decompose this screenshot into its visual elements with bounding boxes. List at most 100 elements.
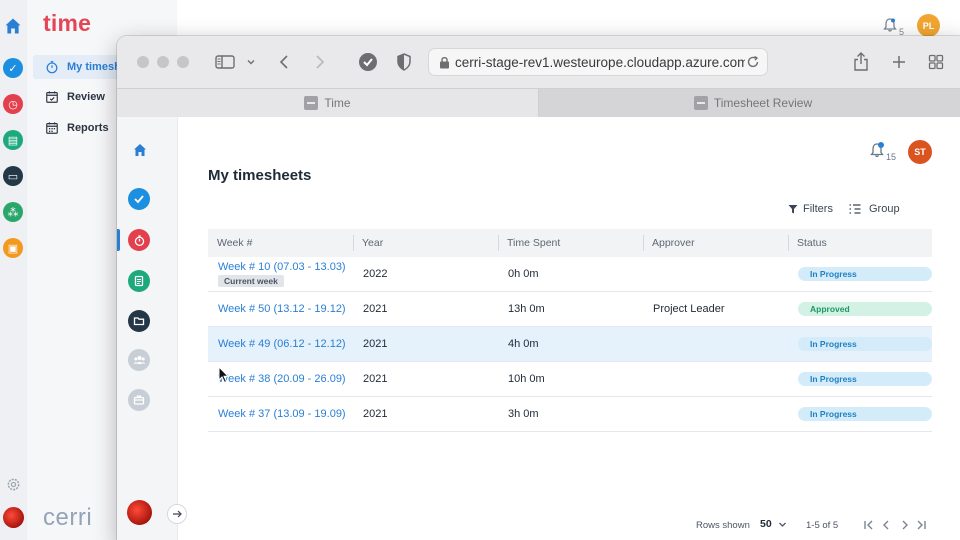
web-app: My timesheets 15 ST Filters Group Week #…: [117, 117, 960, 540]
browser-window: cerri-stage-rev1.westeurope.cloudapp.azu…: [117, 36, 960, 540]
background-icon-rail: ✓ ◷ ▤ ▭ ⁂ ▣: [0, 0, 27, 540]
back-icon[interactable]: [277, 51, 291, 73]
stopwatch-icon[interactable]: [128, 229, 150, 251]
folder-icon[interactable]: [128, 310, 150, 332]
status-cell: In Progress: [788, 267, 932, 281]
document-icon[interactable]: [128, 270, 150, 292]
table-row[interactable]: Week # 50 (13.12 - 19.12) 2021 13h 0m Pr…: [208, 292, 932, 327]
table-header: Week # Year Time Spent Approver Status: [208, 229, 932, 257]
user-avatar-st[interactable]: ST: [908, 140, 932, 164]
sidebar-item-review[interactable]: Review: [45, 85, 105, 109]
calendar-check-icon: [46, 91, 58, 103]
sidebar-item-label: Reports: [67, 122, 109, 134]
status-badge: Approved: [798, 302, 932, 316]
filter-icon: [788, 205, 798, 214]
document-icon[interactable]: ▤: [3, 130, 23, 150]
address-bar[interactable]: cerri-stage-rev1.westeurope.cloudapp.azu…: [428, 48, 768, 76]
share-icon[interactable]: [853, 51, 869, 73]
new-tab-icon[interactable]: [891, 51, 907, 73]
tab-timesheet-review[interactable]: Timesheet Review: [539, 89, 960, 117]
check-icon[interactable]: [128, 188, 150, 210]
team-icon[interactable]: [128, 349, 150, 371]
status-badge: In Progress: [798, 372, 932, 386]
briefcase-icon[interactable]: [128, 389, 150, 411]
user-avatar[interactable]: [3, 507, 24, 528]
column-header-approver[interactable]: Approver: [643, 229, 788, 257]
favicon-icon: [693, 96, 708, 110]
week-link[interactable]: Week # 49 (06.12 - 12.12): [218, 338, 353, 350]
gear-icon[interactable]: [6, 477, 21, 492]
reload-icon[interactable]: [745, 54, 761, 70]
tab-overview-icon[interactable]: [928, 51, 944, 73]
forward-icon[interactable]: [313, 51, 327, 73]
tab-time[interactable]: Time: [117, 89, 539, 117]
notification-count: 15: [886, 152, 897, 162]
browser-tab-bar: Time Timesheet Review: [117, 88, 960, 117]
calendar-grid-icon: [46, 122, 58, 134]
column-header-status[interactable]: Status: [788, 229, 932, 257]
briefcase-icon[interactable]: ▣: [3, 238, 23, 258]
user-avatar[interactable]: [127, 500, 152, 525]
zoom-window-button[interactable]: [177, 56, 189, 68]
team-icon[interactable]: ⁂: [3, 202, 23, 222]
tab-label: Time: [324, 96, 351, 110]
filters-label: Filters: [803, 203, 833, 215]
check-icon[interactable]: ✓: [3, 58, 23, 78]
sidebar-item-reports[interactable]: Reports: [45, 116, 109, 140]
approver-cell: Project Leader: [653, 303, 725, 315]
week-link[interactable]: Week # 38 (20.09 - 26.09): [218, 373, 353, 385]
stopwatch-icon[interactable]: ◷: [3, 94, 23, 114]
previous-page-icon[interactable]: [879, 518, 893, 532]
favicon-icon: [304, 96, 319, 110]
table-row[interactable]: Week # 38 (20.09 - 26.09) 2021 10h 0m In…: [208, 362, 932, 397]
column-header-week[interactable]: Week #: [208, 229, 353, 257]
user-avatar-pl[interactable]: PL: [917, 14, 940, 37]
stopwatch-icon: [46, 61, 58, 74]
bell-icon[interactable]: [882, 17, 898, 33]
notification-dot: [878, 142, 884, 148]
minimize-window-button[interactable]: [157, 56, 169, 68]
week-link[interactable]: Week # 50 (13.12 - 19.12): [218, 303, 353, 315]
week-cell: Week # 38 (20.09 - 26.09): [208, 373, 353, 385]
browser-toolbar: cerri-stage-rev1.westeurope.cloudapp.azu…: [117, 36, 960, 88]
week-link[interactable]: Week # 37 (13.09 - 19.09): [218, 408, 353, 420]
first-page-icon[interactable]: [862, 518, 876, 532]
chevron-down-icon[interactable]: [245, 51, 257, 73]
rows-shown-select[interactable]: 50: [760, 518, 787, 530]
week-cell: Week # 10 (07.03 - 13.03) Current week: [208, 261, 353, 287]
filters-button[interactable]: Filters: [788, 203, 833, 215]
arrow-right-icon: [173, 510, 182, 518]
time-spent-cell: 10h 0m: [508, 373, 545, 385]
home-icon[interactable]: [3, 16, 23, 36]
current-week-tag: Current week: [218, 275, 284, 287]
status-cell: In Progress: [788, 337, 932, 351]
folder-icon[interactable]: ▭: [3, 166, 23, 186]
time-spent-cell: 13h 0m: [508, 303, 545, 315]
sidebar-toggle-icon[interactable]: [215, 51, 235, 73]
column-header-time-spent[interactable]: Time Spent: [498, 229, 643, 257]
column-header-year[interactable]: Year: [353, 229, 498, 257]
tab-label: Timesheet Review: [713, 96, 813, 110]
table-row[interactable]: Week # 37 (13.09 - 19.09) 2021 3h 0m In …: [208, 397, 932, 432]
lock-icon: [440, 57, 449, 69]
week-cell: Week # 37 (13.09 - 19.09): [208, 408, 353, 420]
page-title: My timesheets: [208, 167, 312, 184]
expand-sidebar-button[interactable]: [167, 504, 187, 524]
time-spent-cell: 4h 0m: [508, 338, 539, 350]
pagination-bar: Rows shown 50 1-5 of 5: [179, 516, 960, 536]
week-link[interactable]: Week # 10 (07.03 - 13.03): [218, 261, 353, 273]
home-icon[interactable]: [132, 142, 148, 158]
week-cell: Week # 49 (06.12 - 12.12): [208, 338, 353, 350]
table-row[interactable]: Week # 49 (06.12 - 12.12) 2021 4h 0m In …: [208, 327, 932, 362]
next-page-icon[interactable]: [898, 518, 912, 532]
app-icon-rail: [117, 117, 178, 540]
extension-check-icon[interactable]: [358, 51, 378, 73]
table-row[interactable]: Week # 10 (07.03 - 13.03) Current week 2…: [208, 257, 932, 292]
time-spent-cell: 3h 0m: [508, 408, 539, 420]
close-window-button[interactable]: [137, 56, 149, 68]
group-button[interactable]: Group: [849, 203, 900, 215]
sidebar-item-label: Review: [67, 91, 105, 103]
time-logo: time: [43, 10, 92, 36]
shield-icon[interactable]: [396, 51, 412, 73]
last-page-icon[interactable]: [914, 518, 928, 532]
